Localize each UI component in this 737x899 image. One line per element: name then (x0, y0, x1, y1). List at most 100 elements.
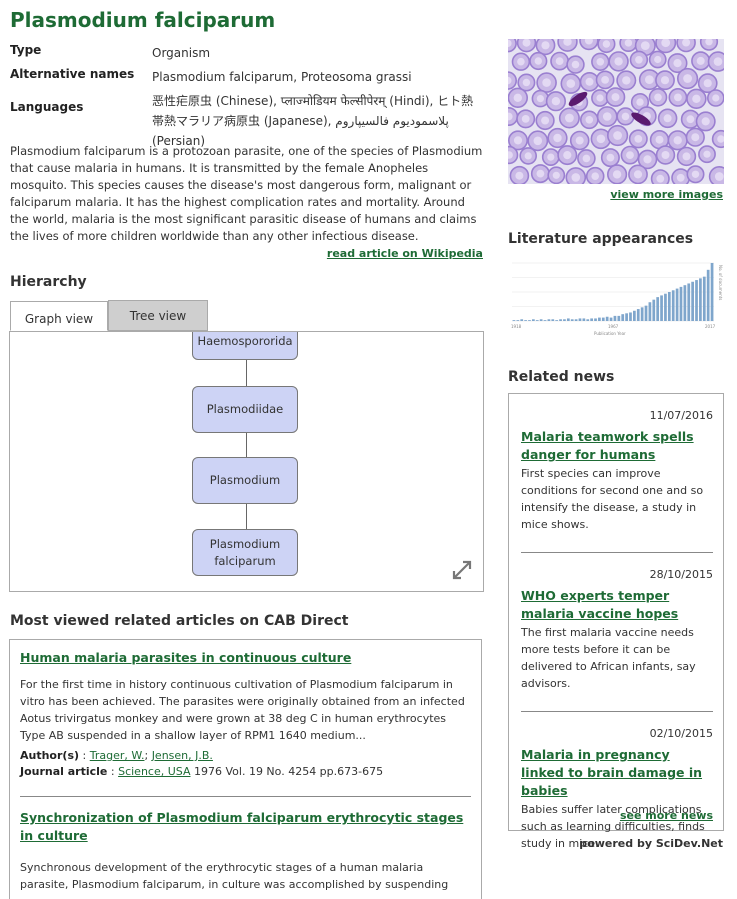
journal-link[interactable]: Science, USA (118, 765, 190, 778)
chart-bar (594, 318, 597, 321)
cell-center (660, 76, 670, 85)
chart-bar (617, 315, 621, 321)
chart-bar (710, 263, 714, 321)
expand-icon[interactable] (451, 559, 473, 581)
chart-bar (590, 318, 593, 321)
chart-bar (555, 320, 559, 321)
graph-node-plasmodium-falciparum[interactable]: Plasmodium falciparum (192, 529, 298, 576)
cell-center (663, 114, 672, 123)
cell-center (612, 170, 622, 179)
x-axis-label: Publication Year (594, 331, 626, 336)
news-item: 28/10/2015 WHO experts temper malaria va… (521, 568, 713, 692)
cell-center (673, 59, 682, 68)
cell-center (701, 117, 710, 126)
chart-bar (629, 312, 632, 321)
chart-bar (586, 319, 590, 321)
alt-names-value: Plasmodium falciparum, Proteosoma grassi (152, 70, 412, 84)
chart-bar (574, 319, 578, 321)
cell-center (555, 57, 564, 65)
cell-center (522, 78, 531, 87)
article-authors: Author(s) : Trager, W.; Jensen, J.B. (20, 749, 213, 762)
blood-smear-image[interactable] (508, 39, 724, 184)
cell-center (542, 78, 551, 87)
cell-center (613, 131, 622, 140)
cell-center (585, 116, 594, 124)
article-abstract: For the first time in history continuous… (20, 678, 465, 742)
graph-edge (246, 432, 247, 458)
see-more-news-link[interactable]: see more news (620, 809, 713, 822)
cell-center (521, 115, 530, 123)
cell-center (624, 39, 633, 47)
cell-center (656, 174, 665, 183)
y-axis-label: No. of documents (718, 265, 723, 300)
cell-center (553, 133, 562, 143)
chart-bar (570, 319, 574, 321)
chart-bar (551, 319, 555, 321)
cell-center (575, 136, 584, 145)
chart-bar (679, 286, 683, 321)
info-table: Type Organism Alternative names Plasmodi… (10, 40, 485, 151)
info-row-alt-names: Alternative names Plasmodium falciparum,… (10, 64, 485, 88)
cell-center (541, 41, 550, 50)
tab-tree-view[interactable]: Tree view (108, 300, 208, 331)
chart-bar (566, 318, 570, 321)
hierarchy-graph[interactable]: Haemospororida Plasmodiidae Plasmodium P… (9, 331, 484, 592)
chart-bar (524, 320, 527, 321)
chart-bar (539, 319, 543, 321)
tab-graph-view[interactable]: Graph view (10, 301, 108, 331)
graph-node-plasmodiidae[interactable]: Plasmodiidae (192, 386, 298, 433)
cell-center (571, 173, 581, 182)
cell-center (522, 39, 531, 47)
news-item: 11/07/2016 Malaria teamwork spells dange… (521, 409, 713, 533)
graph-node-haemospororida[interactable]: Haemospororida (192, 332, 298, 360)
cell-center (712, 94, 720, 102)
cell-center (513, 93, 522, 102)
related-news-box: 11/07/2016 Malaria teamwork spells dange… (508, 393, 724, 850)
chart-bar (609, 317, 613, 321)
cell-center (643, 155, 652, 164)
chart-bar (613, 315, 617, 321)
chart-bar (691, 281, 694, 321)
cell-center (524, 152, 532, 160)
news-date: 02/10/2015 (649, 727, 713, 740)
cell-center (634, 135, 643, 143)
article-title[interactable]: Synchronization of Plasmodium falciparum… (20, 809, 471, 845)
cell-center (635, 56, 643, 64)
cell-center (621, 112, 630, 121)
cell-center (533, 136, 543, 146)
graph-node-plasmodium[interactable]: Plasmodium (192, 457, 298, 504)
chart-bar (543, 320, 547, 321)
chart-bar (578, 318, 582, 321)
news-summary: The first malaria vaccine needs more tes… (521, 626, 696, 690)
news-title[interactable]: WHO experts temper malaria vaccine hopes (521, 587, 713, 623)
page-title: Plasmodium falciparum (10, 8, 276, 32)
news-title[interactable]: Malaria in pregnancy linked to brain dam… (521, 746, 713, 800)
chart-bar (625, 313, 628, 321)
wikipedia-link[interactable]: read article on Wikipedia (327, 247, 483, 260)
chart-bar (640, 307, 644, 321)
cell-center (596, 94, 604, 102)
description: Plasmodium falciparum is a protozoan par… (10, 144, 483, 243)
cell-center (703, 150, 711, 158)
chart-bar (547, 319, 551, 321)
news-title[interactable]: Malaria teamwork spells danger for human… (521, 428, 713, 464)
article-title[interactable]: Human malaria parasites in continuous cu… (20, 649, 471, 667)
literature-chart[interactable]: No. of documents 1918 1967 2017 Publicat… (508, 257, 723, 339)
chart-bar (621, 314, 625, 321)
chart-bar (598, 317, 601, 321)
graph-edge (246, 503, 247, 529)
graph-edge (246, 360, 247, 386)
chart-bar (532, 319, 535, 321)
info-row-languages: Languages 恶性疟原虫 (Chinese), प्लाज्मोडियम … (10, 88, 485, 151)
view-more-images-link[interactable]: view more images (610, 188, 723, 201)
news-date: 28/10/2015 (649, 568, 713, 581)
x-tick-label: 1918 (511, 324, 522, 329)
cell-center (596, 134, 606, 144)
languages-value: 恶性疟原虫 (Chinese), प्लाज्मोडियम फेल्सीपेरम… (152, 94, 474, 148)
related-news-heading: Related news (508, 369, 615, 385)
author-link[interactable]: Jensen, J.B. (152, 749, 213, 762)
author-link[interactable]: Trager, W. (90, 749, 145, 762)
cell-center (661, 151, 670, 159)
cell-center (692, 94, 701, 103)
article-item: Synchronization of Plasmodium falciparum… (20, 809, 471, 893)
